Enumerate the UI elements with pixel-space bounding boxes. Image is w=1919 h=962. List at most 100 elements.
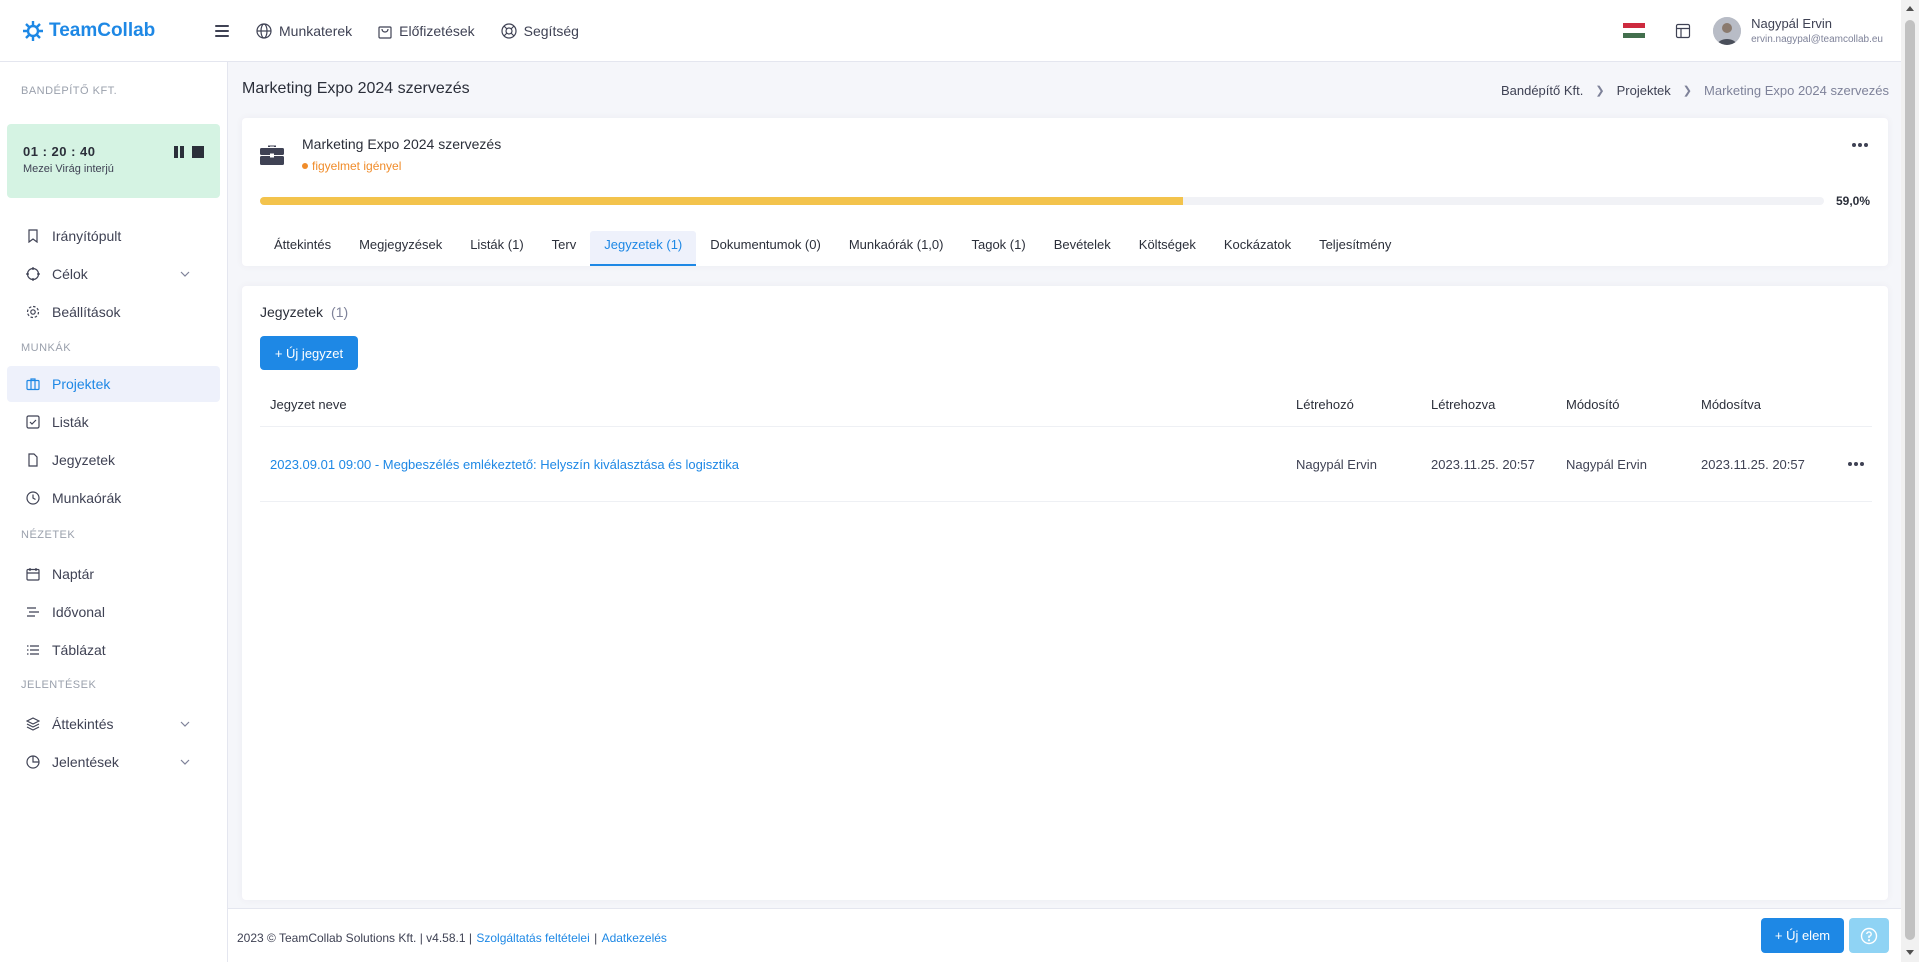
globe-icon [256,22,272,39]
calendar-icon [26,568,40,581]
tab-9[interactable]: Költségek [1125,231,1210,266]
sidebar-item-goals[interactable]: Célok [7,256,220,292]
privacy-link[interactable]: Adatkezelés [602,931,667,945]
sidebar-item-work-hours[interactable]: Munkaórák [7,480,220,516]
status-badge: figyelmet igényel [302,159,401,173]
note-created: 2023.11.25. 20:57 [1431,456,1535,472]
notes-table: Jegyzet neve Létrehozó Létrehozva Módosí… [260,383,1872,502]
file-icon [28,453,38,467]
briefcase-icon [26,378,40,391]
tab-1[interactable]: Megjegyzések [345,231,456,266]
topnav-workspaces[interactable]: Munkaterek [256,23,352,39]
avatar[interactable] [1713,16,1742,45]
column-header[interactable]: Jegyzet neve [260,397,1296,412]
language-flag-icon[interactable] [1623,23,1646,38]
scroll-down-icon[interactable] [1906,950,1914,955]
topnav-subscriptions[interactable]: Előfizetések [378,23,475,39]
stop-icon[interactable] [192,146,204,158]
user-info[interactable]: Nagypál Ervin ervin.nagypal@teamcollab.e… [1751,16,1883,45]
notes-card: Jegyzetek (1) + Új jegyzet Jegyzet neve L… [242,286,1888,900]
user-name: Nagypál Ervin [1751,16,1833,31]
column-header[interactable]: Módosító [1566,397,1701,412]
new-note-button[interactable]: + Új jegyzet [260,336,358,370]
briefcase-icon [260,145,284,165]
breadcrumb-projects[interactable]: Projektek [1617,83,1671,98]
menu-toggle-icon[interactable] [215,24,229,37]
project-card: Marketing Expo 2024 szervezés figyelmet … [242,118,1888,266]
lifebuoy-icon [501,22,517,39]
help-button[interactable] [1849,918,1889,953]
timer-controls [174,146,204,158]
sidebar-item-table[interactable]: Táblázat [7,632,220,668]
scrollbar[interactable] [1901,0,1919,962]
note-link[interactable]: 2023.09.01 09:00 - Megbeszélés emlékezte… [270,457,739,472]
column-header[interactable]: Létrehozva [1431,397,1566,412]
tab-6[interactable]: Munkaórák (1,0) [835,231,958,266]
sidebar-item-reports[interactable]: Jelentések [7,744,220,780]
sidebar-item-projects[interactable]: Projektek [7,366,220,402]
copyright: 2023 © TeamCollab Solutions Kft. | v4.58… [237,931,472,945]
sidebar-item-overview[interactable]: Áttekintés [7,706,220,742]
top-nav: Munkaterek Előfizetések Segítség [256,23,605,39]
checkbox-icon [26,415,40,429]
tab-4[interactable]: Jegyzetek (1) [590,231,697,266]
chevron-down-icon [180,721,190,727]
pie-chart-icon [26,755,40,769]
footer-separator: | [594,931,598,945]
row-more-options-icon[interactable] [1848,462,1866,466]
logo-icon [23,20,43,41]
scroll-up-icon[interactable] [1906,6,1914,11]
note-modifier: Nagypál Ervin [1566,456,1647,472]
progress-label: 59,0% [1835,194,1870,208]
topnav-help[interactable]: Segítség [501,23,579,39]
column-header[interactable]: Létrehozó [1296,397,1431,412]
tab-0[interactable]: Áttekintés [260,231,345,266]
breadcrumb-org[interactable]: Bandépítő Kft. [1501,83,1583,98]
scroll-thumb[interactable] [1905,20,1915,940]
more-options-icon[interactable] [1852,143,1870,147]
breadcrumb: Bandépítő Kft. ❯ Projektek ❯ Marketing E… [1501,83,1889,98]
new-item-button[interactable]: + Új elem [1761,918,1844,953]
terms-link[interactable]: Szolgáltatás feltételei [476,931,589,945]
footer: 2023 © TeamCollab Solutions Kft. | v4.58… [228,908,1901,962]
sidebar-item-timeline[interactable]: Idővonal [7,594,220,630]
top-bar: TeamCollab Munkaterek Előfizetések Segít… [0,0,1901,62]
project-name: Marketing Expo 2024 szervezés [302,136,502,152]
tab-5[interactable]: Dokumentumok (0) [696,231,835,266]
table-header: Jegyzet neve Létrehozó Létrehozva Módosí… [260,383,1872,427]
notes-count: (1) [331,304,349,320]
table-row[interactable]: 2023.09.01 09:00 - Megbeszélés emlékezte… [260,427,1872,502]
progress-fill [260,197,1183,205]
section-reports: JELENTÉSEK [21,679,97,691]
active-timer[interactable]: 01 : 20 : 40 Mezei Virág interjú [7,124,220,198]
org-name: BANDÉPÍTŐ KFT. [21,85,118,97]
timeline-icon [27,607,39,617]
tab-7[interactable]: Tagok (1) [957,231,1039,266]
tab-8[interactable]: Bevételek [1040,231,1125,266]
sidebar-item-dashboard[interactable]: Irányítópult [7,218,220,254]
tab-3[interactable]: Terv [538,231,591,266]
footer-text: 2023 © TeamCollab Solutions Kft. | v4.58… [237,931,668,945]
sidebar-item-settings[interactable]: Beállítások [7,294,220,330]
tab-2[interactable]: Listák (1) [456,231,537,266]
column-header[interactable]: Módosítva [1701,397,1836,412]
chevron-right-icon: ❯ [1682,85,1693,97]
app-logo[interactable]: TeamCollab [20,19,160,43]
sidebar-item-notes[interactable]: Jegyzetek [7,442,220,478]
app-name: TeamCollab [49,19,156,41]
tab-11[interactable]: Teljesítmény [1305,231,1405,266]
tab-10[interactable]: Kockázatok [1210,231,1305,266]
shopping-bag-icon [378,25,392,39]
note-modified: 2023.11.25. 20:57 [1701,456,1805,472]
sidebar-item-lists[interactable]: Listák [7,404,220,440]
pause-icon[interactable] [174,146,186,158]
chevron-down-icon [180,759,190,765]
timer-label: Mezei Virág interjú [23,163,114,175]
sidebar-item-calendar[interactable]: Naptár [7,556,220,592]
layout-icon[interactable] [1675,23,1691,39]
section-title: Jegyzetek (1) [260,304,349,320]
breadcrumb-current: Marketing Expo 2024 szervezés [1704,83,1889,98]
page-title: Marketing Expo 2024 szervezés [242,80,470,97]
status-dot-icon [302,163,308,169]
section-work: MUNKÁK [21,342,72,354]
